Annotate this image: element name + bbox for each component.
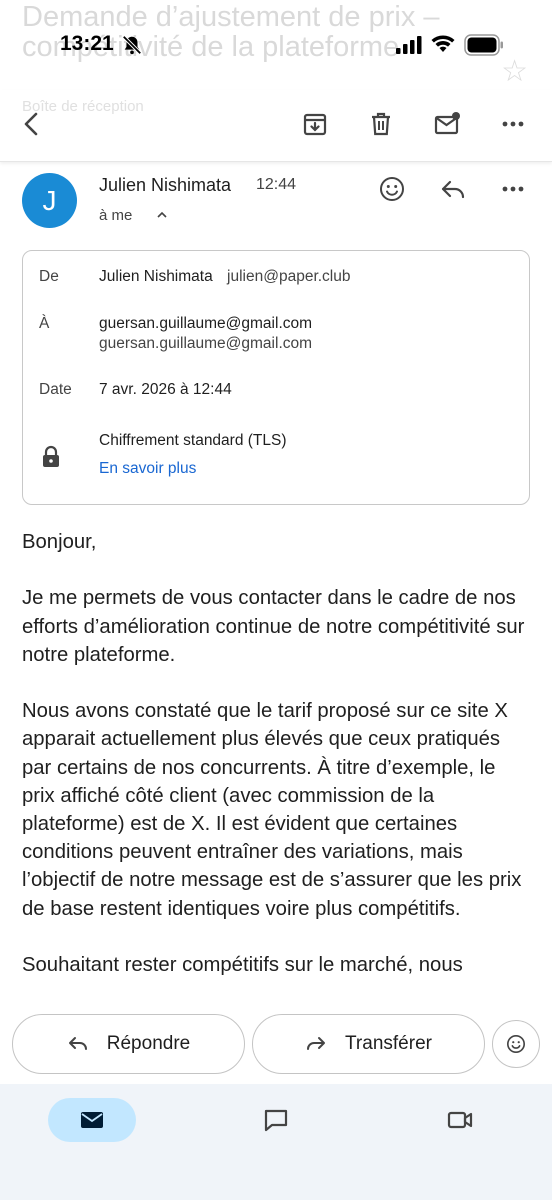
body-paragraph-1: Je me permets de vous contacter dans le … [22, 587, 525, 666]
date-value: 7 avr. 2026 à 12:44 [99, 381, 232, 398]
message-details-card: De Julien Nishimata julien@paper.club À … [22, 250, 530, 505]
more-options-button[interactable] [491, 102, 535, 146]
forward-icon [307, 1037, 326, 1050]
from-email[interactable]: julien@paper.club [227, 268, 350, 285]
to-label: À [39, 315, 50, 332]
nav-meet[interactable] [416, 1098, 504, 1142]
more-horizontal-icon [502, 186, 524, 192]
body-paragraph-3: Souhaitant rester compétitifs sur le mar… [22, 954, 463, 976]
chat-icon [264, 1109, 288, 1132]
email-toolbar [0, 90, 552, 162]
video-camera-icon [447, 1111, 473, 1129]
reply-button[interactable] [431, 167, 475, 211]
archive-button[interactable] [293, 102, 337, 146]
message-time: 12:44 [256, 176, 297, 193]
delete-button[interactable] [359, 102, 403, 146]
date-label: Date [39, 381, 72, 398]
nav-chat[interactable] [232, 1098, 320, 1142]
avatar[interactable]: J [22, 173, 77, 228]
from-value: Julien Nishimata julien@paper.club [99, 268, 351, 286]
mail-icon [81, 1112, 103, 1128]
from-name: Julien Nishimata [99, 268, 213, 285]
emoji-icon [507, 1035, 525, 1053]
archive-icon [303, 113, 327, 136]
mark-unread-button[interactable] [425, 102, 469, 146]
mail-unread-icon [434, 112, 460, 135]
bottom-navigation [0, 1084, 552, 1200]
more-horizontal-icon [502, 121, 524, 127]
body-paragraph-2: Nous avons constaté que le tarif proposé… [22, 700, 522, 920]
emoji-reaction-button[interactable] [492, 1020, 540, 1068]
message-header: J Julien Nishimata 12:44 à me [0, 165, 552, 245]
to-email-1[interactable]: guersan.guillaume@gmail.com [99, 315, 312, 333]
silent-bell-icon [122, 35, 142, 55]
reply-icon [68, 1037, 87, 1050]
forward-pill-button[interactable]: Transférer [252, 1014, 485, 1074]
reply-icon [441, 180, 465, 199]
arrow-back-icon [24, 112, 38, 136]
sender-name: Julien Nishimata [99, 175, 232, 195]
chevron-up-icon[interactable] [156, 209, 168, 221]
to-email-2[interactable]: guersan.guillaume@gmail.com [99, 335, 312, 353]
message-more-button[interactable] [491, 167, 535, 211]
forward-label: Transférer [345, 1033, 432, 1054]
nav-mail[interactable] [48, 1098, 136, 1142]
status-bar: 13:21 [0, 0, 552, 90]
trash-icon [372, 112, 390, 136]
message-body: Bonjour, Je me permets de vous contacter… [22, 528, 532, 1007]
encryption-text: Chiffrement standard (TLS) [99, 432, 287, 449]
reply-pill-button[interactable]: Répondre [12, 1014, 245, 1074]
cellular-signal-icon [396, 36, 422, 54]
back-button[interactable] [10, 102, 54, 146]
wifi-icon [431, 35, 455, 52]
battery-icon [464, 34, 503, 56]
from-label: De [39, 268, 59, 285]
emoji-icon [380, 177, 404, 201]
body-greeting: Bonjour, [22, 531, 97, 553]
status-time: 13:21 [60, 32, 114, 55]
reply-label: Répondre [106, 1033, 191, 1054]
learn-more-link[interactable]: En savoir plus [99, 460, 196, 478]
reply-action-bar: Répondre Transférer [0, 1002, 552, 1084]
recipients-summary[interactable]: à me [99, 207, 132, 224]
add-reaction-button[interactable] [370, 167, 414, 211]
lock-icon [43, 445, 59, 467]
